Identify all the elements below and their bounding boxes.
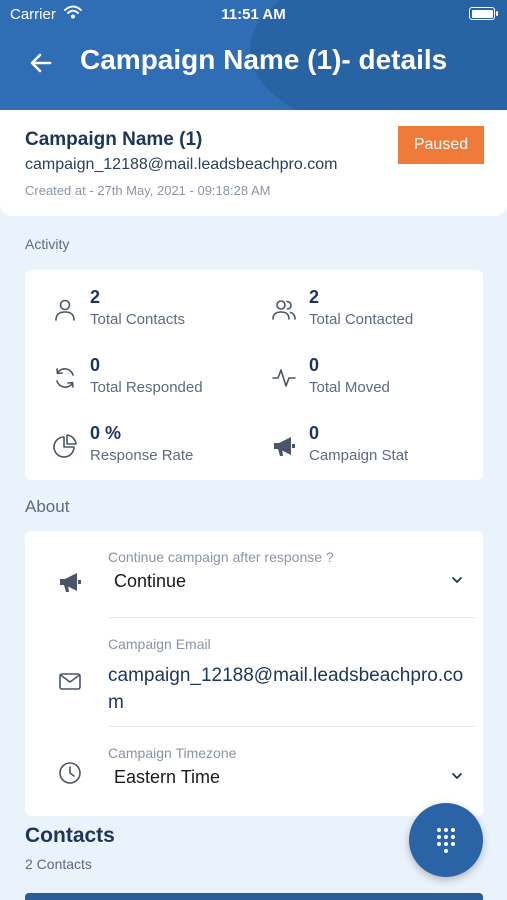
stat-label: Total Moved [309, 379, 390, 396]
stat-campaign-stat: 0 Campaign Stat [271, 423, 471, 473]
page-title: Campaign Name (1)- details [80, 44, 448, 75]
campaign-created-date: Created at - 27th May, 2021 - 09:18:28 A… [25, 183, 271, 198]
back-arrow-icon[interactable] [28, 50, 54, 76]
clock-icon [59, 762, 81, 784]
stat-label: Response Rate [90, 447, 194, 464]
app-header: Carrier 11:51 AM Campaign Name (1)- deta… [0, 0, 507, 110]
megaphone-icon [60, 573, 81, 592]
timezone-label: Campaign Timezone [108, 745, 237, 761]
pie-chart-icon [53, 434, 77, 458]
dialpad-icon [437, 828, 455, 853]
timezone-select[interactable]: Campaign Timezone Eastern Time [25, 727, 483, 816]
stat-value: 0 [90, 355, 101, 375]
continue-campaign-select[interactable]: Continue campaign after response ? Conti… [25, 531, 483, 617]
contacts-title: Contacts [25, 824, 115, 847]
megaphone-icon [274, 437, 295, 456]
chevron-down-icon[interactable] [451, 575, 463, 585]
status-badge[interactable]: Paused [398, 126, 484, 164]
stat-total-moved: 0 Total Moved [271, 355, 471, 405]
stat-value: 0 [309, 423, 320, 443]
chevron-down-icon[interactable] [451, 771, 463, 781]
timezone-value: Eastern Time [114, 767, 221, 787]
activity-icon [272, 369, 296, 387]
continue-campaign-value: Continue [114, 571, 187, 591]
user-icon [55, 299, 75, 321]
stat-total-contacted: 2 Total Contacted [271, 287, 471, 337]
stat-label: Campaign Stat [309, 447, 409, 464]
users-icon [272, 300, 296, 320]
battery-icon [469, 7, 498, 20]
activity-card: 2 Total Contacts 2 Total Contacted 0 Tot… [25, 270, 483, 480]
stat-label: Total Contacts [90, 311, 186, 328]
about-card: Continue campaign after response ? Conti… [25, 531, 483, 816]
campaign-email: campaign_12188@mail.leadsbeachpro.com [25, 156, 338, 173]
refresh-icon [56, 368, 74, 388]
stat-total-contacts: 2 Total Contacts [52, 287, 252, 337]
stat-label: Total Contacted [309, 311, 414, 328]
campaign-email-value: campaign_12188@mail.leadsbeachpro.com [108, 665, 464, 713]
campaign-email-field: Campaign Email campaign_12188@mail.leads… [25, 618, 483, 726]
stat-value: 0 % [90, 423, 122, 443]
mail-icon [59, 673, 81, 690]
stat-value: 0 [309, 355, 320, 375]
status-time: 11:51 AM [221, 6, 286, 23]
stat-label: Total Responded [90, 379, 203, 396]
about-section-label: About [25, 497, 70, 516]
stat-response-rate: 0 % Response Rate [52, 423, 252, 473]
contacts-count: 2 Contacts [25, 856, 92, 872]
continue-campaign-label: Continue campaign after response ? [108, 549, 334, 565]
campaign-email-label: Campaign Email [108, 636, 211, 652]
stat-value: 2 [90, 287, 101, 307]
stat-value: 2 [309, 287, 320, 307]
campaign-name: Campaign Name (1) [25, 129, 203, 150]
status-bar: Carrier 11:51 AM [0, 0, 507, 30]
contacts-list-header [25, 893, 483, 900]
stat-total-responded: 0 Total Responded [52, 355, 252, 405]
campaign-info-card: Campaign Name (1) campaign_12188@mail.le… [0, 110, 507, 216]
dialpad-fab-button[interactable] [409, 803, 483, 877]
activity-section-label: Activity [25, 236, 70, 252]
